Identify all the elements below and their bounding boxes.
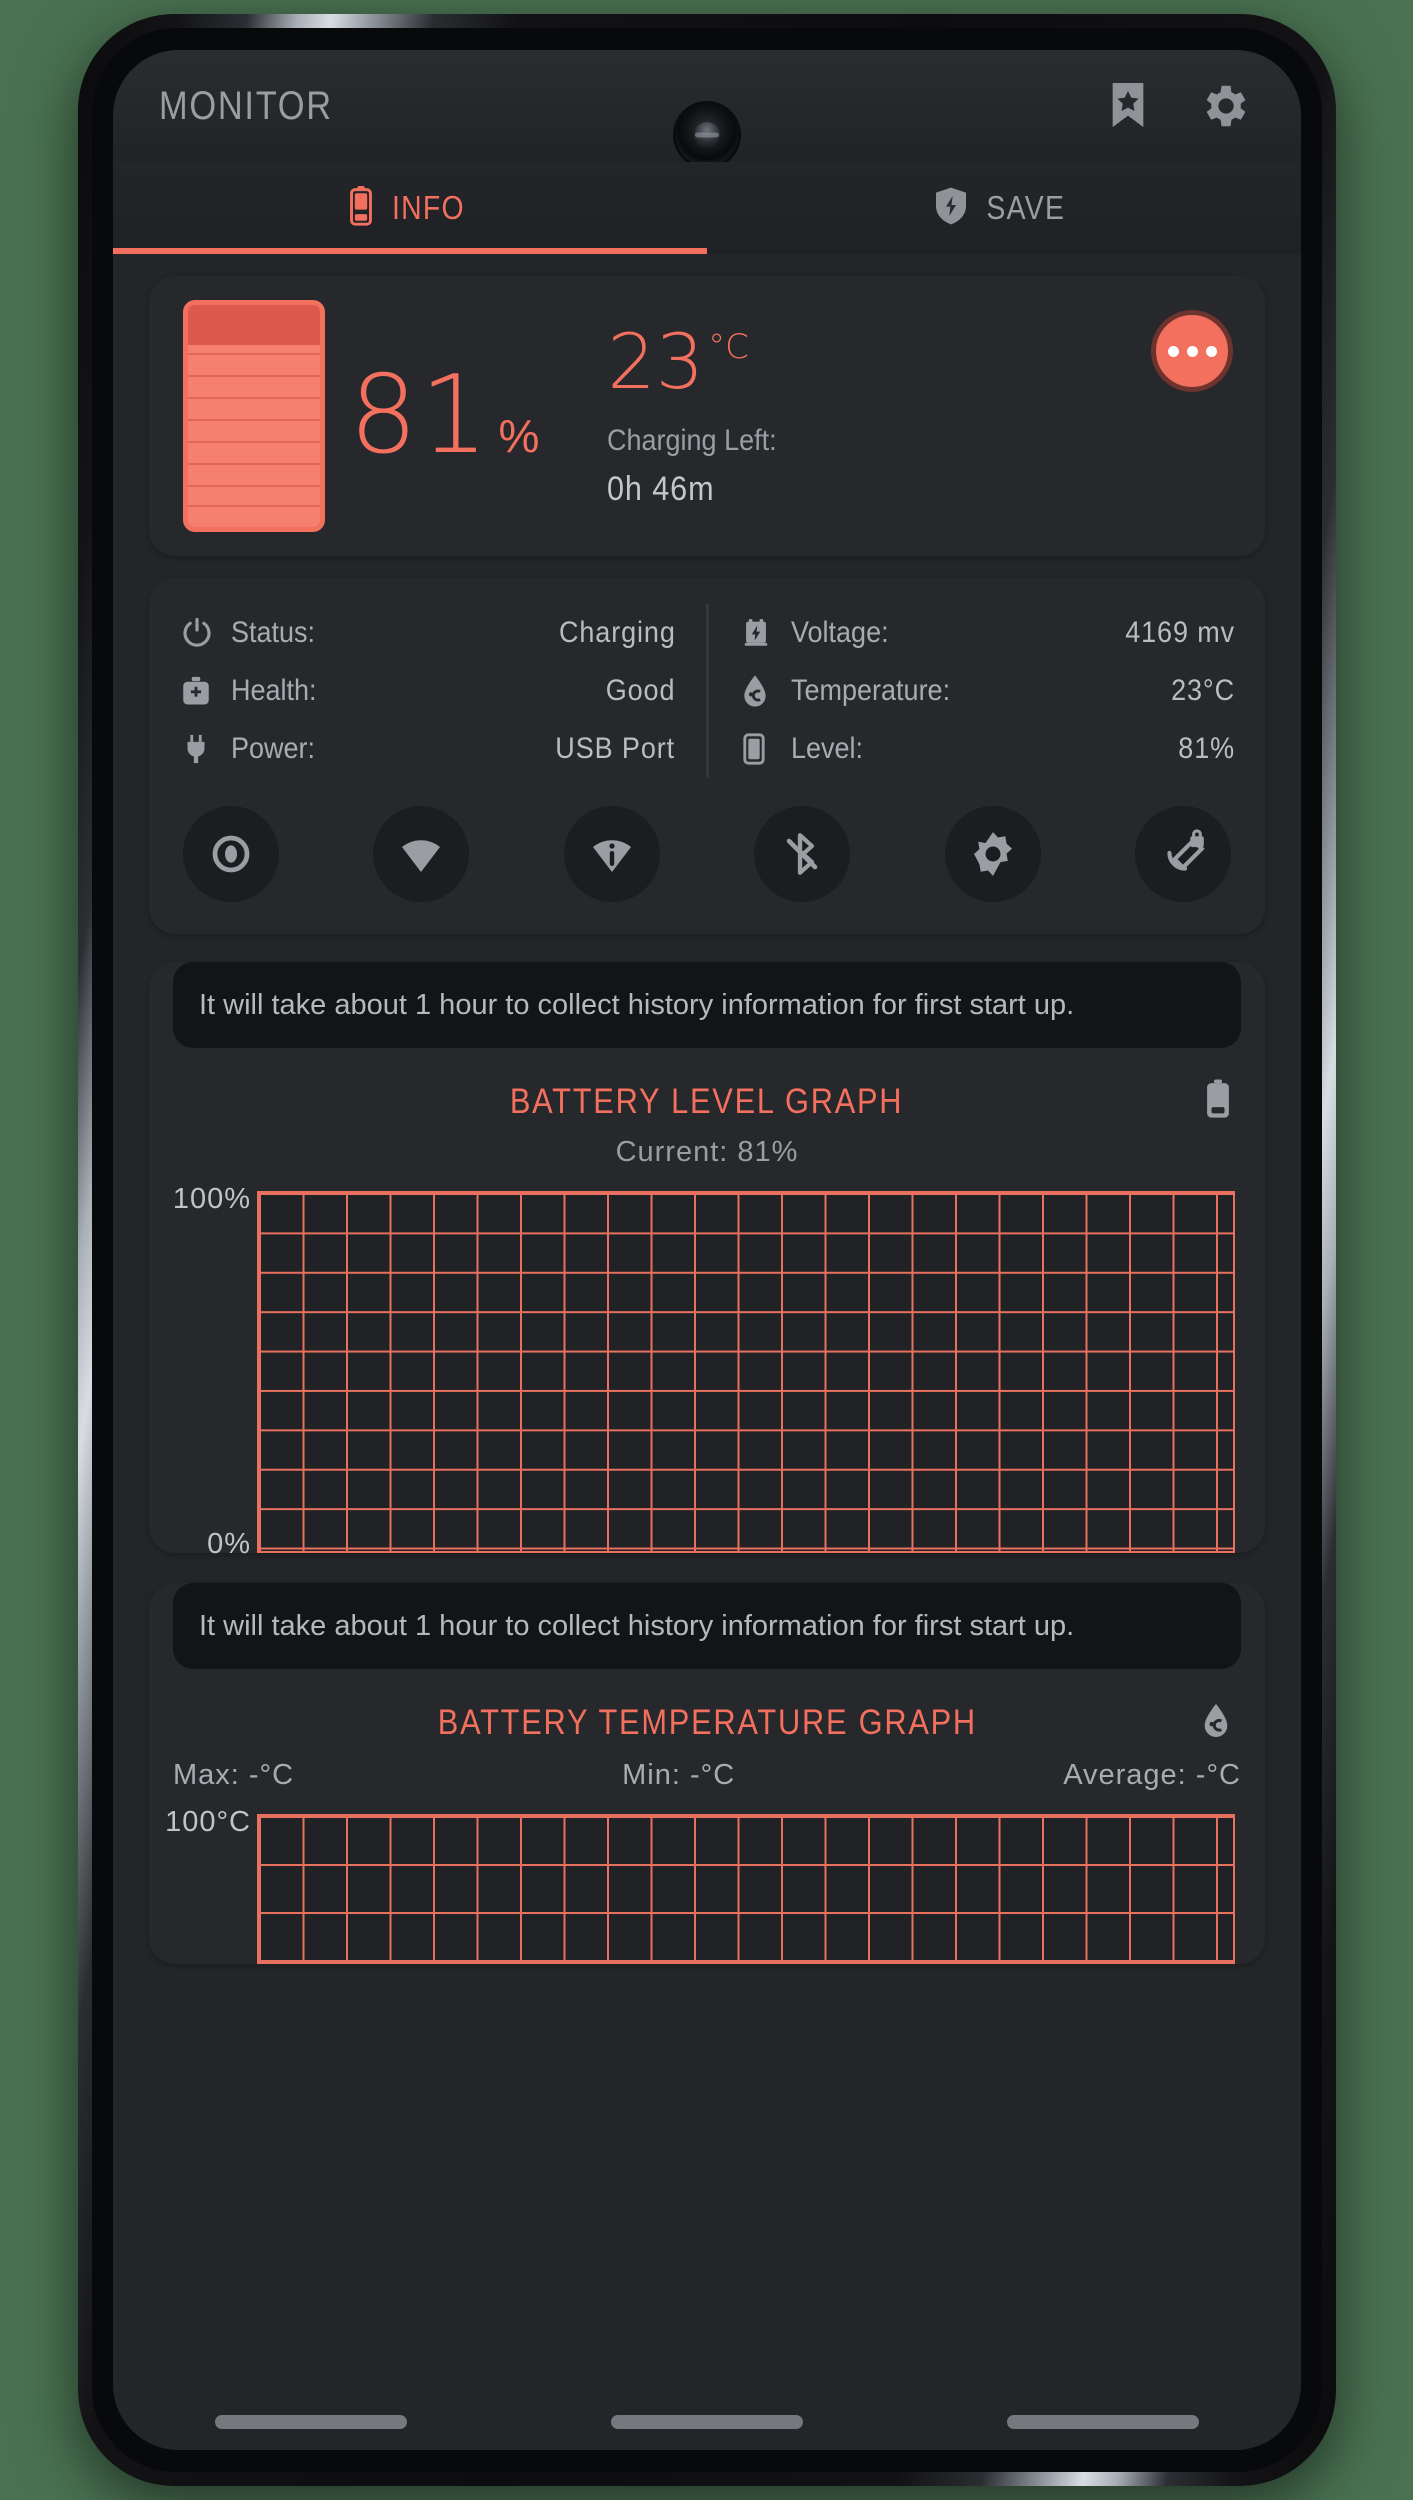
tab-info[interactable]: INFO [113, 162, 707, 254]
temp-graph-title-row: BATTERY TEMPERATURE GRAPH [149, 1703, 1265, 1743]
tab-bar: INFO SAVE [113, 162, 1301, 254]
phone-frame: MONITOR INFO SAVE 81 % 23 °C Charging Le… [78, 14, 1336, 2486]
charging-left-label: Charging Left: [607, 423, 777, 457]
level-graph-title-row: BATTERY LEVEL GRAPH [149, 1079, 1265, 1125]
battery-percent-symbol: % [498, 410, 540, 462]
temp-avg-label: Average: -°C [1063, 1759, 1241, 1792]
stat-row-health: Health: Good [179, 662, 676, 720]
plug-icon [179, 732, 223, 766]
stat-value: Good [605, 674, 676, 707]
tab-info-label: INFO [391, 189, 465, 226]
temperature-readout: 23 °C [607, 316, 795, 406]
stat-label: Voltage: [790, 616, 889, 649]
level-y-axis: 100% 0% [173, 1183, 257, 1560]
phone-bezel: MONITOR INFO SAVE 81 % 23 °C Charging Le… [92, 28, 1322, 2472]
content-scroll-area[interactable]: 81 % 23 °C Charging Left: 0h 46m Status:… [113, 254, 1301, 2394]
stat-label: Temperature: [790, 674, 950, 707]
stat-label: Power: [231, 732, 316, 765]
more-dots-icon[interactable] [1151, 310, 1233, 392]
nav-back-button[interactable] [1007, 2415, 1199, 2429]
battery-percent: 81 % [349, 362, 539, 470]
stats-column-left: Status: Charging Health: Good Power: USB… [149, 604, 706, 778]
level-graph-subtitle: Current: 81% [615, 1136, 799, 1169]
stat-value: 81% [1178, 732, 1235, 765]
eye-icon[interactable] [183, 806, 279, 902]
charging-left-value: 0h 46m [607, 469, 715, 508]
medkit-icon [179, 674, 223, 708]
shield-bolt-icon [936, 187, 967, 230]
droplet-temp-icon [739, 674, 783, 708]
summary-right-block: 23 °C Charging Left: 0h 46m [607, 316, 795, 509]
temp-min-label: Min: -°C [622, 1759, 736, 1792]
temp-stats-row: Max: -°C Min: -°C Average: -°C [149, 1759, 1265, 1792]
stat-row-status: Status: Charging [179, 604, 676, 662]
gear-icon[interactable] [1193, 75, 1255, 137]
battery-level-icon [739, 732, 783, 766]
temp-graph-title: BATTERY TEMPERATURE GRAPH [437, 1703, 977, 1743]
nav-recents-button[interactable] [215, 2415, 407, 2429]
stat-value: 23°C [1171, 674, 1235, 707]
stat-label: Level: [790, 732, 863, 765]
battery-summary-card: 81 % 23 °C Charging Left: 0h 46m [149, 276, 1265, 556]
level-y-top-label: 100% [172, 1183, 251, 1216]
wifi-info-icon[interactable] [563, 806, 660, 902]
battery-stats-card: Status: Charging Health: Good Power: USB… [149, 578, 1265, 934]
stats-column-right: Voltage: 4169 mv Temperature: 23°C Level… [705, 604, 1266, 778]
screenshot-stage: MONITOR INFO SAVE 81 % 23 °C Charging Le… [0, 0, 1413, 2500]
phone-screen: MONITOR INFO SAVE 81 % 23 °C Charging Le… [113, 50, 1301, 2450]
battery-temperature-graph-card: It will take about 1 hour to collect his… [149, 1583, 1265, 1965]
stat-row-power: Power: USB Port [179, 720, 676, 778]
stats-grid: Status: Charging Health: Good Power: USB… [149, 604, 1265, 778]
battery-empty-portion [188, 305, 320, 345]
level-plot-wrap: 100% 0% [173, 1183, 1235, 1560]
power-icon [179, 615, 223, 651]
rotation-lock-icon[interactable] [1134, 806, 1231, 902]
tab-save-label: SAVE [986, 189, 1066, 226]
level-y-bottom-label: 0% [207, 1528, 251, 1561]
temp-max-label: Max: -°C [173, 1759, 295, 1792]
temp-y-top-label: 100°C [165, 1806, 251, 1839]
quick-toggle-row [149, 778, 1265, 912]
nav-home-button[interactable] [611, 2415, 803, 2429]
app-bar: MONITOR [113, 50, 1301, 166]
battery-level-graph-card: It will take about 1 hour to collect his… [149, 962, 1265, 1560]
stat-value: Charging [558, 616, 676, 649]
stat-row-temperature: Temperature: 23°C [739, 662, 1236, 720]
battery-icon [1205, 1079, 1231, 1125]
battery-icon [349, 185, 372, 231]
battery-monitor-app: MONITOR INFO SAVE 81 % 23 °C Charging Le… [113, 50, 1301, 2450]
bluetooth-off-icon[interactable] [754, 806, 851, 902]
stat-label: Health: [231, 674, 317, 707]
stat-label: Status: [231, 616, 316, 649]
temp-y-axis: 100°C [165, 1806, 257, 1964]
stat-value: USB Port [555, 732, 676, 765]
battery-level-plot[interactable] [257, 1191, 1235, 1554]
level-graph-note: It will take about 1 hour to collect his… [173, 962, 1241, 1049]
temperature-unit: °C [708, 326, 749, 367]
bookmark-star-icon[interactable] [1097, 75, 1159, 137]
android-nav-bar [113, 2394, 1301, 2450]
front-camera [676, 104, 738, 166]
stat-row-voltage: Voltage: 4169 mv [739, 604, 1236, 662]
page-title: MONITOR [159, 83, 333, 128]
brightness-icon[interactable] [944, 806, 1041, 902]
droplet-temp-icon [1201, 1703, 1231, 1744]
battery-level-graphic [183, 300, 325, 532]
level-graph-title: BATTERY LEVEL GRAPH [510, 1082, 904, 1122]
temperature-value: 23 [607, 316, 705, 406]
stat-value: 4169 mv [1125, 616, 1235, 649]
stat-row-level: Level: 81% [739, 720, 1236, 778]
active-tab-indicator [113, 248, 707, 254]
temp-graph-note: It will take about 1 hour to collect his… [173, 1583, 1241, 1670]
tab-save[interactable]: SAVE [707, 162, 1301, 254]
battery-percent-value: 81 [349, 353, 491, 478]
temp-plot-wrap: 100°C [165, 1806, 1235, 1965]
battery-bolt-icon [739, 616, 783, 650]
wifi-icon[interactable] [373, 806, 470, 902]
battery-temperature-plot[interactable] [257, 1814, 1235, 1965]
